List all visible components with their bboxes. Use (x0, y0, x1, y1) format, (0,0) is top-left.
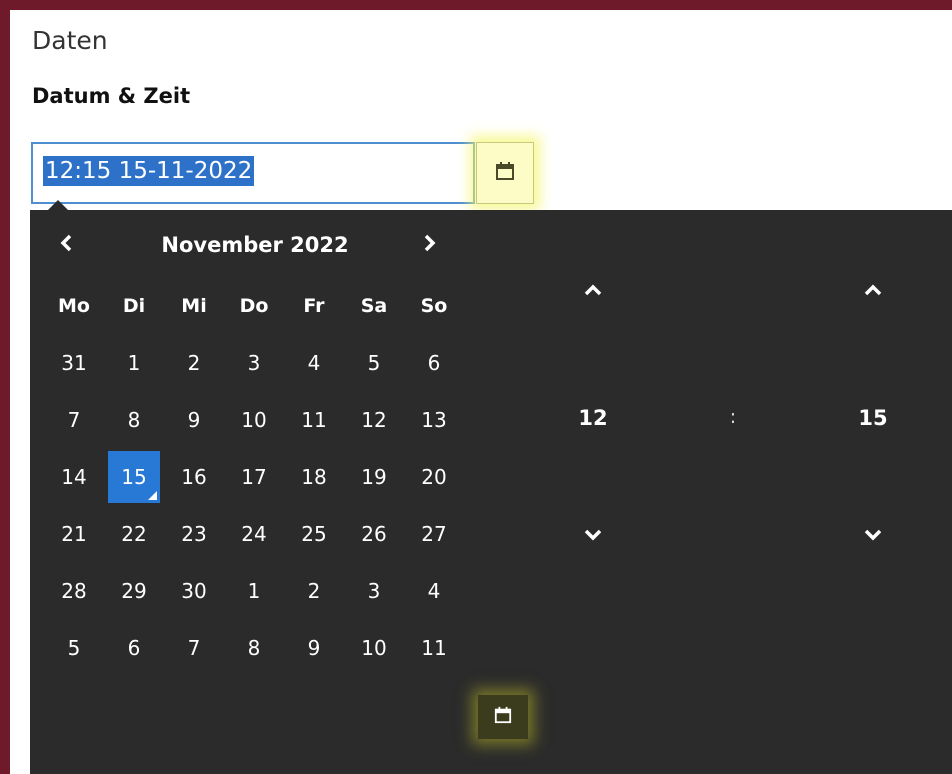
window-frame-left (0, 0, 10, 774)
calendar-day[interactable]: 13 (408, 394, 460, 446)
calendar-day[interactable]: 27 (408, 508, 460, 560)
calendar-day[interactable]: 20 (408, 451, 460, 503)
calendar-day[interactable]: 5 (348, 337, 400, 389)
calendar-day[interactable]: 24 (228, 508, 280, 560)
calendar-day[interactable]: 16 (168, 451, 220, 503)
chevron-up-icon (584, 281, 602, 300)
calendar-day[interactable]: 4 (288, 337, 340, 389)
calendar-day[interactable]: 1 (108, 337, 160, 389)
month-title[interactable]: November 2022 (100, 230, 410, 260)
calendar-day[interactable]: 17 (228, 451, 280, 503)
weekday-header: Sa (360, 295, 388, 317)
calendar-day[interactable]: 25 (288, 508, 340, 560)
time-separator: : (729, 406, 737, 428)
hour-value[interactable]: 12 (563, 406, 623, 430)
calendar-day[interactable]: 28 (48, 565, 100, 617)
chevron-right-icon (422, 234, 436, 256)
calendar-day[interactable]: 8 (228, 622, 280, 674)
calendar-day[interactable]: 11 (408, 622, 460, 674)
prev-month-button[interactable] (52, 230, 82, 260)
calendar-day[interactable]: 12 (348, 394, 400, 446)
form-page: Daten Datum & Zeit 12:15 15-11-2022 Nove… (10, 10, 952, 774)
datetime-field-label: Datum & Zeit (32, 84, 191, 108)
calendar-day[interactable]: 23 (168, 508, 220, 560)
calendar-day[interactable]: 30 (168, 565, 220, 617)
calendar-day[interactable]: 9 (288, 622, 340, 674)
calendar-day[interactable]: 9 (168, 394, 220, 446)
calendar-day[interactable]: 11 (288, 394, 340, 446)
datetime-input-value: 12:15 15-11-2022 (43, 156, 255, 186)
calendar-day[interactable]: 2 (288, 565, 340, 617)
weekday-header: Mi (181, 295, 207, 317)
minute-decrement-button[interactable] (853, 515, 893, 555)
datetime-picker-popup: November 2022 Mo Di Mi Do Fr Sa So 31 1 2 3 4 5 6 7 8 9 1… (30, 200, 952, 774)
calendar-day[interactable]: 2 (168, 337, 220, 389)
popup-caret (48, 200, 68, 210)
chevron-down-icon (584, 526, 602, 545)
calendar-day[interactable]: 6 (408, 337, 460, 389)
window-frame-top (0, 0, 952, 10)
weekday-header: Mo (58, 295, 90, 317)
section-title: Daten (32, 26, 108, 55)
calendar-day[interactable]: 10 (348, 622, 400, 674)
calendar-day[interactable]: 3 (348, 565, 400, 617)
datetime-input[interactable]: 12:15 15-11-2022 (31, 142, 475, 204)
chevron-up-icon (864, 281, 882, 300)
calendar-day[interactable]: 6 (108, 622, 160, 674)
calendar-day[interactable]: 7 (168, 622, 220, 674)
calendar-day[interactable]: 19 (348, 451, 400, 503)
chevron-down-icon (864, 526, 882, 545)
chevron-left-icon (60, 234, 74, 256)
weekday-header: Fr (303, 295, 325, 317)
calendar-day[interactable]: 29 (108, 565, 160, 617)
calendar-day[interactable]: 8 (108, 394, 160, 446)
calendar-day[interactable]: 18 (288, 451, 340, 503)
calendar-day-selected[interactable]: 15 (108, 451, 160, 503)
calendar-day[interactable]: 21 (48, 508, 100, 560)
weekday-header: Do (239, 295, 269, 317)
calendar-day[interactable]: 5 (48, 622, 100, 674)
toggle-time-calendar-button[interactable] (478, 695, 528, 739)
calendar-day[interactable]: 1 (228, 565, 280, 617)
calendar-icon (495, 161, 515, 185)
calendar-day[interactable]: 14 (48, 451, 100, 503)
next-month-button[interactable] (414, 230, 444, 260)
hour-decrement-button[interactable] (573, 515, 613, 555)
calendar-day[interactable]: 10 (228, 394, 280, 446)
calendar-day[interactable]: 4 (408, 565, 460, 617)
open-calendar-button[interactable] (476, 142, 534, 204)
calendar-day[interactable]: 26 (348, 508, 400, 560)
calendar-icon (494, 706, 512, 728)
calendar-day[interactable]: 22 (108, 508, 160, 560)
minute-value[interactable]: 15 (843, 406, 903, 430)
hour-increment-button[interactable] (573, 270, 613, 310)
weekday-header: So (420, 295, 448, 317)
weekday-header: Di (122, 295, 146, 317)
minute-increment-button[interactable] (853, 270, 893, 310)
calendar-day[interactable]: 31 (48, 337, 100, 389)
calendar-day[interactable]: 7 (48, 394, 100, 446)
calendar-day[interactable]: 3 (228, 337, 280, 389)
